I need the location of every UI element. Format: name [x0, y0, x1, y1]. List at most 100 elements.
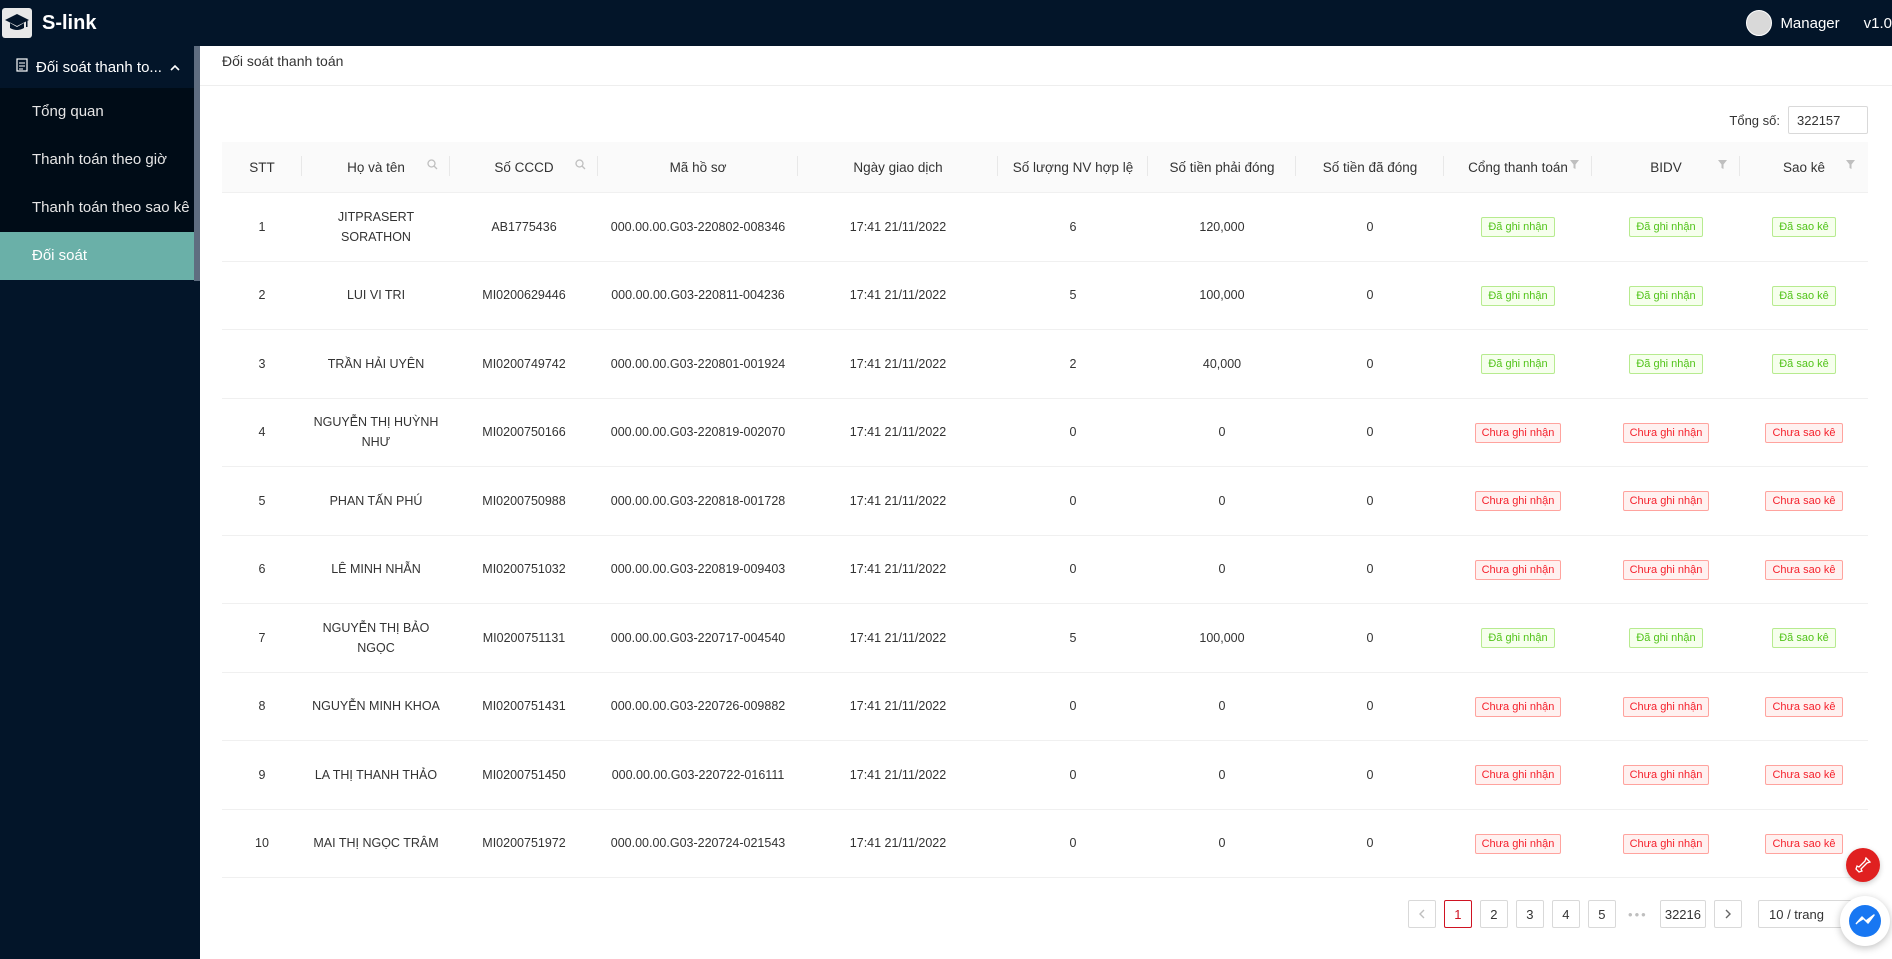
- page-5-button[interactable]: 5: [1587, 900, 1616, 928]
- next-page-button[interactable]: [1714, 900, 1742, 928]
- table-cell: Đã ghi nhận: [1592, 603, 1740, 673]
- table-cell: Đã sao kê: [1740, 603, 1868, 673]
- status-badge: Chưa ghi nhận: [1474, 491, 1562, 512]
- table-cell: Đã ghi nhận: [1592, 329, 1740, 399]
- messenger-icon: [1849, 905, 1881, 937]
- messenger-button[interactable]: [1840, 896, 1890, 946]
- table-cell: 0: [1148, 809, 1296, 878]
- column-header-label: Họ và tên: [347, 159, 405, 175]
- table-cell: 40,000: [1148, 329, 1296, 399]
- table-row[interactable]: 5 PHAN TẤN PHÚ MI0200750988 000.00.00.G03-2…: [222, 466, 1868, 536]
- status-badge: Chưa ghi nhận: [1474, 696, 1562, 717]
- page-2-button[interactable]: 2: [1479, 900, 1508, 928]
- column-header[interactable]: Sao kê: [1740, 142, 1868, 193]
- table-row[interactable]: 10 MAI THỊ NGỌC TRÂM MI0200751972 000.00.00…: [222, 809, 1868, 878]
- table-cell: Chưa sao kê: [1740, 398, 1868, 467]
- table-cell: 0: [1296, 192, 1444, 262]
- column-header[interactable]: Cổng thanh toán: [1444, 142, 1592, 193]
- graduation-cap-icon: [2, 8, 32, 38]
- table-row[interactable]: 7 NGUYỄN THỊ BẢO NGỌC MI0200751131 000.00.0…: [222, 603, 1868, 673]
- table-cell: LA THỊ THANH THẢO: [302, 740, 450, 810]
- main-content: Đối soát thanh toán Tổng số: STT Họ và tê…: [200, 46, 1892, 959]
- table-cell: Chưa ghi nhận: [1444, 672, 1592, 741]
- search-icon[interactable]: [427, 159, 438, 173]
- status-badge: Đã sao kê: [1772, 354, 1836, 375]
- table-cell: 120,000: [1148, 192, 1296, 262]
- table-cell: Chưa sao kê: [1740, 466, 1868, 536]
- table-cell: TRẦN HẢI UYÊN: [302, 329, 450, 399]
- last-page-button[interactable]: 32216: [1659, 900, 1706, 928]
- table-cell: 6: [998, 192, 1148, 262]
- table-cell: MI0200749742: [450, 329, 598, 399]
- tool-button[interactable]: [1846, 848, 1880, 882]
- table-row[interactable]: 3 TRẦN HẢI UYÊN MI0200749742 000.00.00.G03-…: [222, 329, 1868, 399]
- column-header[interactable]: Số lượng NV hợp lệ: [998, 142, 1148, 193]
- sidebar-group-label: Đối soát thanh to...: [36, 58, 162, 76]
- filter-icon[interactable]: [1569, 159, 1580, 173]
- table-cell: PHAN TẤN PHÚ: [302, 466, 450, 536]
- table-cell: 1: [222, 192, 302, 262]
- table-cell: Chưa ghi nhận: [1444, 466, 1592, 536]
- table-row[interactable]: 8 NGUYỄN MINH KHOA MI0200751431 000.00.00.G…: [222, 672, 1868, 741]
- page-4-button[interactable]: 4: [1551, 900, 1580, 928]
- status-badge: Chưa sao kê: [1765, 696, 1843, 717]
- page-size-select[interactable]: 10 / trang: [1758, 900, 1852, 928]
- table-cell: Đã ghi nhận: [1444, 192, 1592, 262]
- table-row[interactable]: 4 NGUYỄN THỊ HUỲNH NHƯ MI0200750166 000.00.…: [222, 398, 1868, 467]
- column-header[interactable]: Họ và tên: [302, 142, 450, 193]
- status-badge: Đã ghi nhận: [1481, 285, 1555, 306]
- top-bar: S-link Manager v1.0: [0, 0, 1892, 46]
- column-header[interactable]: Số CCCD: [450, 142, 598, 193]
- table-cell: 17:41 21/11/2022: [798, 192, 998, 262]
- filter-icon[interactable]: [1845, 159, 1856, 173]
- status-badge: Đã ghi nhận: [1629, 354, 1703, 375]
- table-cell: 17:41 21/11/2022: [798, 535, 998, 604]
- logo[interactable]: S-link: [0, 8, 96, 38]
- table-cell: MI0200751131: [450, 603, 598, 673]
- column-header[interactable]: BIDV: [1592, 142, 1740, 193]
- column-header[interactable]: Số tiền đã đóng: [1296, 142, 1444, 193]
- table-cell: 2: [998, 329, 1148, 399]
- table-cell: Đã ghi nhận: [1444, 329, 1592, 399]
- table-cell: 0: [998, 466, 1148, 536]
- sidebar-item-doi-soat[interactable]: Đối soát: [0, 232, 200, 280]
- table-cell: Chưa ghi nhận: [1592, 809, 1740, 878]
- table-cell: 000.00.00.G03-220802-008346: [598, 192, 798, 262]
- pagination-ellipsis[interactable]: •••: [1624, 907, 1652, 922]
- pagination: 1 2 3 4 5 ••• 32216 10 / trang: [1407, 900, 1852, 928]
- table-cell: LÊ MINH NHẪN: [302, 535, 450, 604]
- column-header-label: Mã hồ sơ: [669, 159, 727, 175]
- avatar[interactable]: [1746, 10, 1773, 36]
- column-header-label: Số tiền phải đóng: [1169, 159, 1275, 175]
- table-row[interactable]: 2 LUI VI TRI MI0200629446 000.00.00.G03-220…: [222, 261, 1868, 330]
- table-cell: 5: [222, 466, 302, 536]
- search-icon[interactable]: [575, 159, 586, 173]
- status-badge: Đã ghi nhận: [1481, 217, 1555, 238]
- table-cell: 0: [998, 535, 1148, 604]
- total-input[interactable]: [1788, 106, 1868, 134]
- status-badge: Đã ghi nhận: [1481, 628, 1555, 649]
- column-header[interactable]: Ngày giao dịch: [798, 142, 998, 193]
- table-cell: Chưa ghi nhận: [1444, 535, 1592, 604]
- table-cell: 000.00.00.G03-220819-009403: [598, 535, 798, 604]
- filter-icon[interactable]: [1717, 159, 1728, 173]
- page-3-button[interactable]: 3: [1515, 900, 1544, 928]
- column-header[interactable]: Số tiền phải đóng: [1148, 142, 1296, 193]
- prev-page-button[interactable]: [1407, 900, 1436, 928]
- user-name[interactable]: Manager: [1780, 15, 1839, 32]
- status-badge: Chưa sao kê: [1765, 559, 1843, 580]
- table-row[interactable]: 6 LÊ MINH NHẪN MI0200751032 000.00.00.G03-2…: [222, 535, 1868, 604]
- column-header[interactable]: STT: [222, 142, 302, 193]
- table-row[interactable]: 1 JITPRASERT SORATHON AB1775436 000.00.00.G…: [222, 192, 1868, 262]
- sidebar-group-doi-soat[interactable]: Đối soát thanh to...: [0, 46, 200, 88]
- page-1-button[interactable]: 1: [1443, 900, 1472, 928]
- sidebar-item-tong-quan[interactable]: Tổng quan: [0, 88, 200, 136]
- sidebar-item-thanh-toan-theo-gio[interactable]: Thanh toán theo giờ: [0, 136, 200, 184]
- table-cell: 000.00.00.G03-220717-004540: [598, 603, 798, 673]
- status-badge: Chưa ghi nhận: [1622, 491, 1710, 512]
- table-cell: 000.00.00.G03-220722-016111: [598, 740, 798, 810]
- sidebar-item-thanh-toan-theo-sao-ke[interactable]: Thanh toán theo sao kê: [0, 184, 200, 232]
- table-row[interactable]: 9 LA THỊ THANH THẢO MI0200751450 000.00.00.…: [222, 740, 1868, 810]
- column-header[interactable]: Mã hồ sơ: [598, 142, 798, 193]
- table-cell: MI0200750166: [450, 398, 598, 467]
